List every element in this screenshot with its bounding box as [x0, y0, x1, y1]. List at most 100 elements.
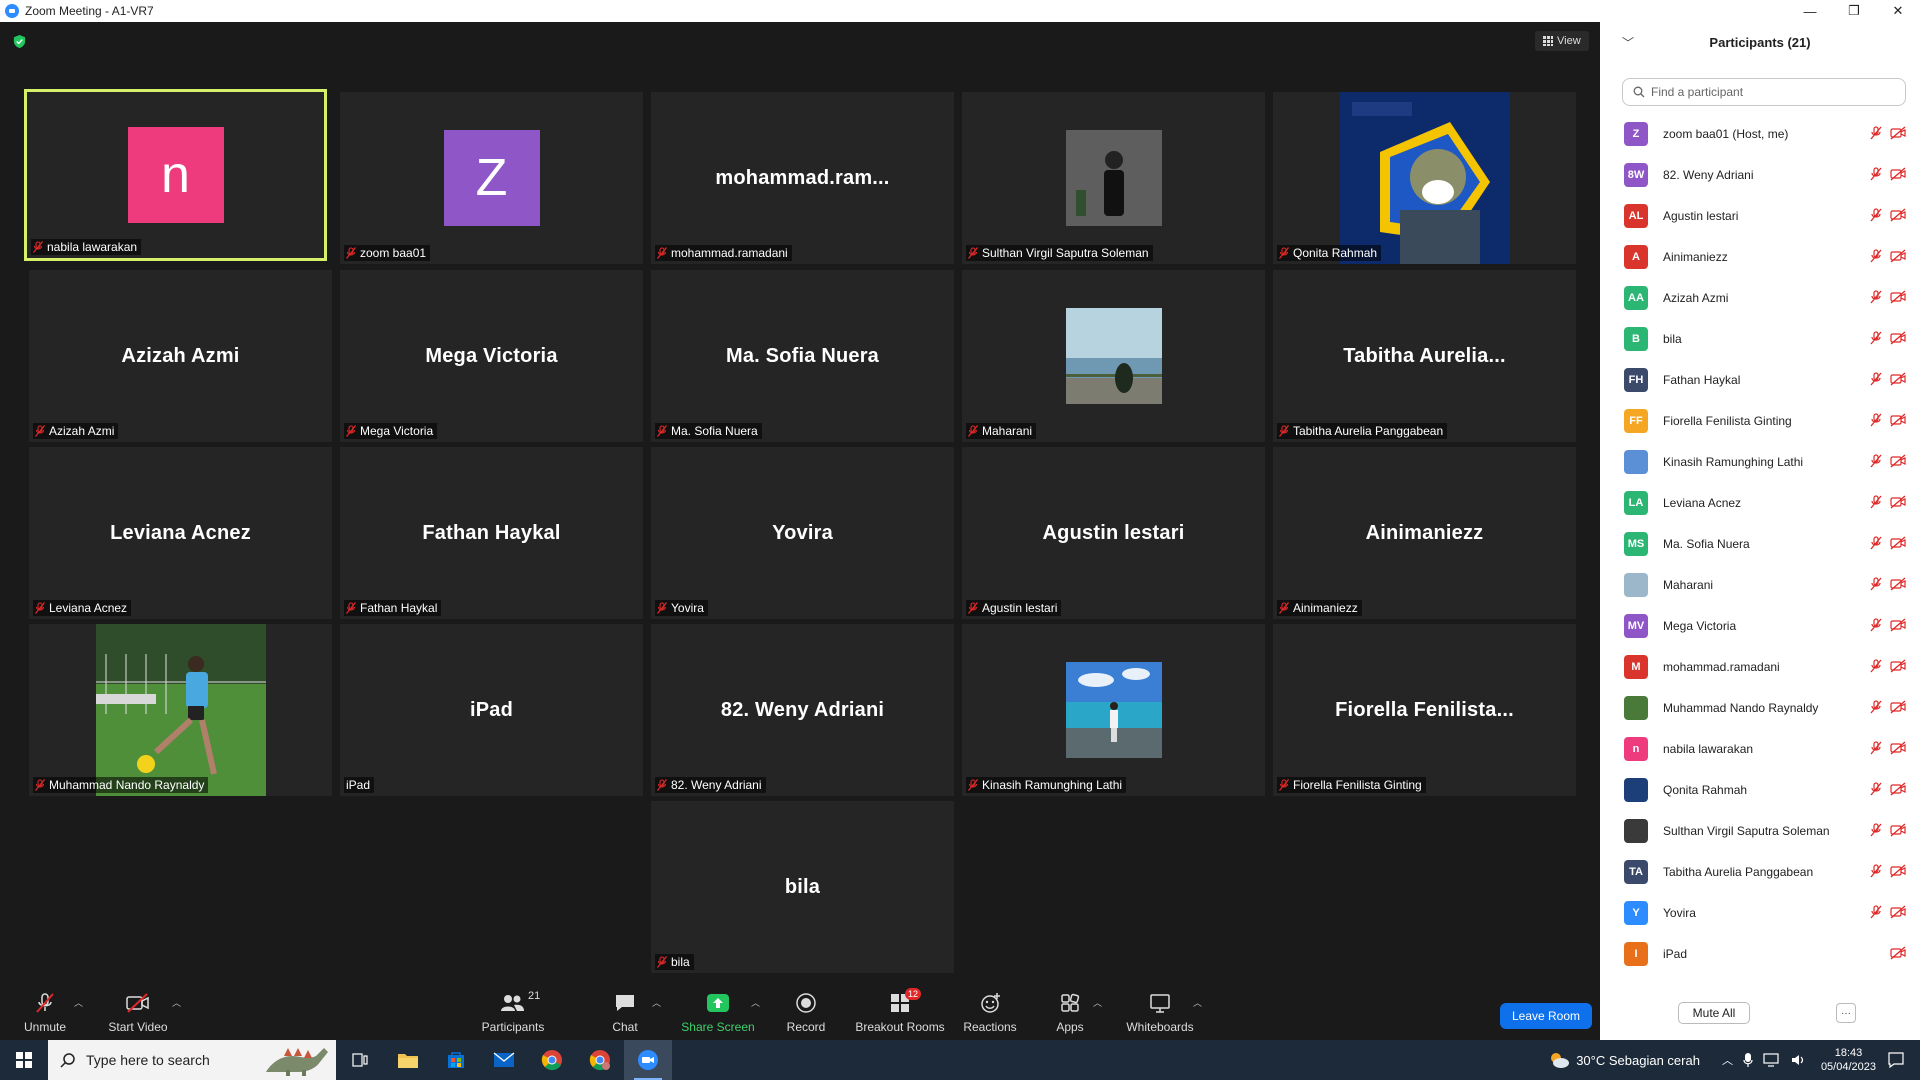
close-button[interactable]: ✕: [1876, 0, 1920, 22]
participant-row[interactable]: Maharani: [1600, 564, 1920, 605]
unmute-button[interactable]: Unmute: [20, 980, 70, 1040]
taskbar-chrome-profile[interactable]: [576, 1040, 624, 1080]
apps-options-chevron-icon[interactable]: ︿: [1093, 996, 1102, 1009]
video-tile[interactable]: Ma. Sofia Nuera Ma. Sofia Nuera: [651, 270, 954, 442]
participant-row[interactable]: Qonita Rahmah: [1600, 769, 1920, 810]
more-options-button[interactable]: ···: [1836, 1003, 1856, 1023]
participant-row[interactable]: A Ainimaniezz: [1600, 236, 1920, 277]
video-off-icon: [1890, 864, 1906, 878]
minimize-button[interactable]: —: [1788, 0, 1832, 22]
video-tile[interactable]: Mega Victoria Mega Victoria: [340, 270, 643, 442]
taskbar-mail[interactable]: [480, 1040, 528, 1080]
participant-row[interactable]: Zzoom baa01 (Host, me): [1600, 113, 1920, 154]
video-tile[interactable]: iPad iPad: [340, 624, 643, 796]
notification-icon[interactable]: [1888, 1052, 1904, 1068]
taskbar-chrome[interactable]: [528, 1040, 576, 1080]
participants-button[interactable]: 21 Participants: [476, 980, 550, 1040]
video-tile[interactable]: Yovira Yovira: [651, 447, 954, 619]
video-tile[interactable]: Sulthan Virgil Saputra Soleman: [962, 92, 1265, 264]
audio-options-chevron-icon[interactable]: ︿: [74, 996, 83, 1009]
whiteboard-options-chevron-icon[interactable]: ︿: [1193, 996, 1202, 1009]
participant-row[interactable]: 8W 82. Weny Adriani: [1600, 154, 1920, 195]
participant-row[interactable]: LA Leviana Acnez: [1600, 482, 1920, 523]
video-off-icon: [1890, 167, 1906, 181]
video-tile[interactable]: Tabitha Aurelia... Tabitha Aurelia Pangg…: [1273, 270, 1576, 442]
network-icon[interactable]: [1763, 1053, 1781, 1067]
participant-status-icons: [1870, 782, 1906, 796]
participant-status-icons: [1870, 659, 1906, 673]
participant-row[interactable]: MV Mega Victoria: [1600, 605, 1920, 646]
participant-row[interactable]: TA Tabitha Aurelia Panggabean: [1600, 851, 1920, 892]
microphone-icon[interactable]: [1743, 1052, 1753, 1068]
muted-mic-icon: [1870, 782, 1882, 796]
participant-row[interactable]: Mmohammad.ramadani: [1600, 646, 1920, 687]
participant-row[interactable]: FF Fiorella Fenilista Ginting: [1600, 400, 1920, 441]
video-tile[interactable]: Qonita Rahmah: [1273, 92, 1576, 264]
video-tile[interactable]: Leviana Acnez Leviana Acnez: [29, 447, 332, 619]
volume-icon[interactable]: [1791, 1053, 1807, 1067]
participant-row[interactable]: FH Fathan Haykal: [1600, 359, 1920, 400]
weather-text[interactable]: 30°C Sebagian cerah: [1576, 1053, 1700, 1068]
share-options-chevron-icon[interactable]: ︿: [751, 996, 760, 1009]
participant-row[interactable]: n nabila lawarakan: [1600, 728, 1920, 769]
apps-button[interactable]: Apps: [1050, 980, 1090, 1040]
participant-row[interactable]: Sulthan Virgil Saputra Soleman: [1600, 810, 1920, 851]
muted-mic-icon: [1870, 577, 1882, 591]
participant-row[interactable]: Kinasih Ramunghing Lathi: [1600, 441, 1920, 482]
clock[interactable]: 18:43 05/04/2023: [1821, 1046, 1876, 1074]
taskbar-file-explorer[interactable]: [384, 1040, 432, 1080]
reactions-button[interactable]: Reactions: [960, 980, 1020, 1040]
video-tile[interactable]: Fiorella Fenilista... Fiorella Fenilista…: [1273, 624, 1576, 796]
view-button[interactable]: View: [1535, 31, 1589, 51]
participant-row[interactable]: IiPad: [1600, 933, 1920, 974]
maximize-button[interactable]: ❐: [1832, 0, 1876, 22]
video-tile[interactable]: bila bila: [651, 801, 954, 973]
video-tile[interactable]: mohammad.ram... mohammad.ramadani: [651, 92, 954, 264]
video-tile[interactable]: Ainimaniezz Ainimaniezz: [1273, 447, 1576, 619]
taskbar-search-input[interactable]: Type here to search: [48, 1040, 336, 1080]
security-shield-icon[interactable]: [12, 34, 27, 49]
video-tile[interactable]: Maharani: [962, 270, 1265, 442]
task-view-button[interactable]: [336, 1040, 384, 1080]
participant-row[interactable]: Y Yovira: [1600, 892, 1920, 933]
mute-all-button[interactable]: Mute All: [1678, 1002, 1750, 1024]
muted-mic-icon: [345, 247, 357, 259]
window-title: Zoom Meeting - A1-VR7: [25, 4, 154, 18]
video-tile[interactable]: Muhammad Nando Raynaldy: [29, 624, 332, 796]
whiteboards-button[interactable]: Whiteboards: [1125, 980, 1195, 1040]
video-tile[interactable]: 82. Weny Adriani 82. Weny Adriani: [651, 624, 954, 796]
find-participant-input[interactable]: Find a participant: [1622, 78, 1906, 106]
share-screen-button[interactable]: Share Screen: [681, 980, 755, 1040]
start-video-button[interactable]: Start Video: [106, 980, 170, 1040]
start-button[interactable]: [0, 1040, 48, 1080]
muted-mic-icon: [1870, 700, 1882, 714]
video-options-chevron-icon[interactable]: ︿: [172, 996, 181, 1009]
participant-row[interactable]: MS Ma. Sofia Nuera: [1600, 523, 1920, 564]
video-tile[interactable]: n nabila lawarakan: [24, 89, 327, 261]
video-tile[interactable]: Fathan Haykal Fathan Haykal: [340, 447, 643, 619]
breakout-badge: 12: [904, 988, 921, 1000]
participant-row[interactable]: Muhammad Nando Raynaldy: [1600, 687, 1920, 728]
participant-avatar: MS: [1624, 531, 1648, 556]
participant-row[interactable]: Bbila: [1600, 318, 1920, 359]
breakout-rooms-button[interactable]: 12 Breakout Rooms: [855, 980, 945, 1040]
taskbar-zoom[interactable]: [624, 1040, 672, 1080]
chat-button[interactable]: Chat: [605, 980, 645, 1040]
video-tile[interactable]: Kinasih Ramunghing Lathi: [962, 624, 1265, 796]
video-off-icon: [1890, 454, 1906, 468]
video-tile[interactable]: Agustin lestari Agustin lestari: [962, 447, 1265, 619]
video-tile[interactable]: Z zoom baa01: [340, 92, 643, 264]
reactions-icon: [977, 992, 1003, 1014]
participant-row[interactable]: AL Agustin lestari: [1600, 195, 1920, 236]
show-hidden-icons-chevron-icon[interactable]: ︿: [1722, 1052, 1733, 1068]
participant-row[interactable]: AA Azizah Azmi: [1600, 277, 1920, 318]
taskbar-store[interactable]: [432, 1040, 480, 1080]
weather-icon[interactable]: [1548, 1050, 1570, 1070]
video-tile[interactable]: Azizah Azmi Azizah Azmi: [29, 270, 332, 442]
record-button[interactable]: Record: [783, 980, 829, 1040]
chat-options-chevron-icon[interactable]: ︿: [652, 996, 661, 1009]
video-off-icon: [1890, 618, 1906, 632]
video-off-icon: [1890, 700, 1906, 714]
leave-room-button[interactable]: Leave Room: [1500, 1003, 1592, 1029]
muted-mic-icon: [1278, 602, 1290, 614]
